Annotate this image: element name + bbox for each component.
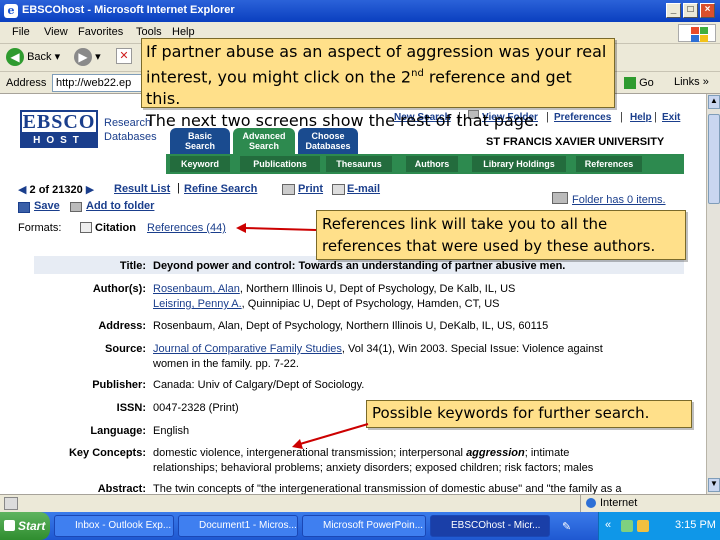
start-label: Start (18, 519, 46, 533)
task-word[interactable]: Document1 - Micros... (178, 515, 298, 537)
references-arrow (236, 223, 317, 233)
task-powerpoint[interactable]: Microsoft PowerPoin... (302, 515, 426, 537)
zone-label: Internet (600, 497, 638, 509)
tray-expand-icon[interactable]: « (605, 519, 611, 531)
task-outlook[interactable]: Inbox - Outlook Exp... (54, 515, 174, 537)
tray-volume-icon[interactable] (637, 520, 649, 532)
windows-logo-icon (4, 520, 15, 531)
clock[interactable]: 3:15 PM (675, 519, 716, 531)
page-status-icon (4, 497, 18, 510)
status-bar: Internet (0, 494, 720, 512)
internet-zone-icon (586, 498, 596, 508)
quicklaunch-icon[interactable]: ✎ (562, 520, 576, 533)
start-button[interactable]: Start (0, 512, 50, 540)
taskbar: Start Inbox - Outlook Exp... Document1 -… (0, 512, 720, 540)
system-tray: « 3:15 PM (598, 512, 720, 540)
annotation-arrows (236, 223, 369, 449)
tray-network-icon[interactable] (621, 520, 633, 532)
task-ebscohost[interactable]: EBSCOhost - Micr... (430, 515, 550, 537)
keywords-arrow (292, 423, 369, 449)
